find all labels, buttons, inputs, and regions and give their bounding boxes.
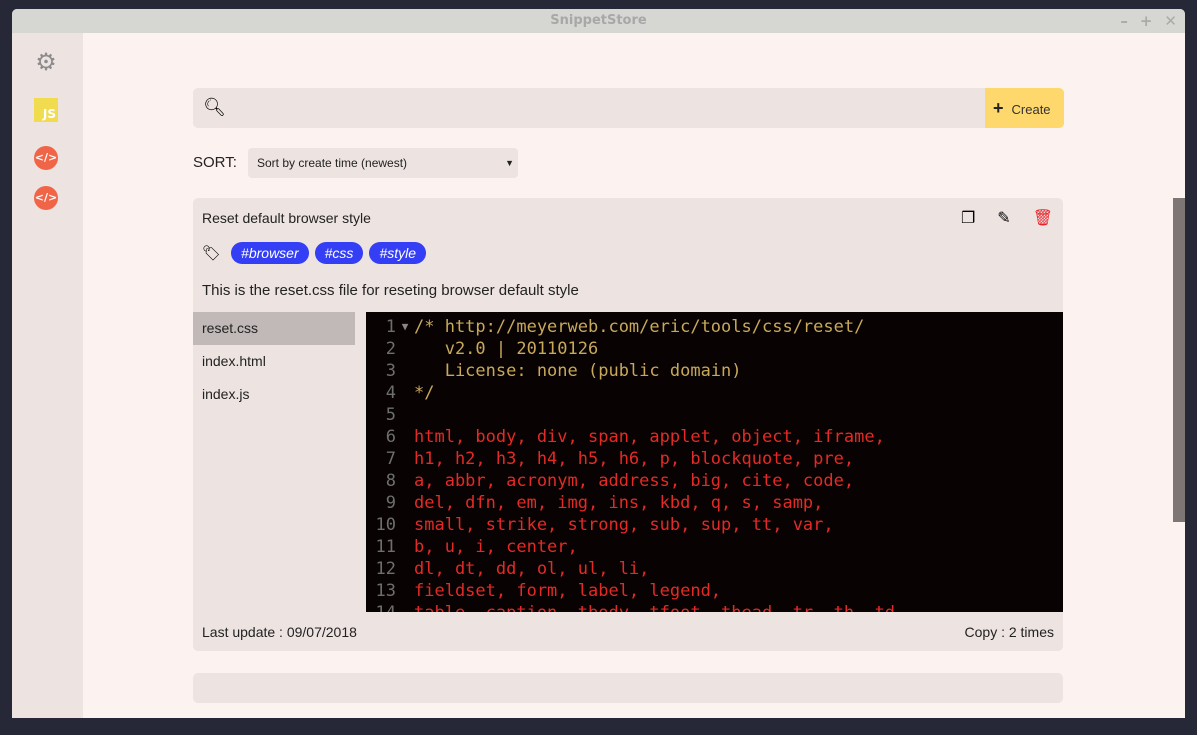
minimize-button[interactable]: – <box>1120 9 1128 33</box>
code-line: 11 b, u, i, center, <box>366 536 1063 558</box>
scrollbar[interactable] <box>1172 33 1185 718</box>
gutter <box>396 492 414 514</box>
line-number: 8 <box>385 471 396 491</box>
code-icon[interactable]: </> <box>34 146 58 170</box>
line-number: 13 <box>375 581 396 601</box>
line-number: 3 <box>385 361 396 381</box>
code-line: 5 <box>366 404 1063 426</box>
gutter <box>396 514 414 536</box>
title-bar: SnippetStore – + ✕ <box>12 9 1185 33</box>
line-number: 2 <box>385 339 396 359</box>
snippet-description: This is the reset.css file for reseting … <box>202 282 579 299</box>
snippet-card: Reset default browser style ❐ ✎ 🗑︎ 🏷︎ #b… <box>193 198 1063 651</box>
tag[interactable]: #browser <box>231 242 309 264</box>
file-tab[interactable]: reset.css <box>193 312 355 345</box>
file-list: reset.css index.html index.js <box>193 312 355 411</box>
gear-icon[interactable]: ⚙ <box>34 51 58 75</box>
search-icon: 🔍︎ <box>203 97 226 117</box>
tags-icon: 🏷︎ <box>202 245 222 262</box>
tag[interactable]: #css <box>314 242 364 264</box>
code-line: 1 ▼/* http://meyerweb.com/eric/tools/css/… <box>366 316 1063 338</box>
code-line: 3 License: none (public domain) <box>366 360 1063 382</box>
window-title: SnippetStore <box>550 13 647 28</box>
gutter <box>396 426 414 448</box>
line-number: 10 <box>375 515 396 535</box>
code-text: b, u, i, center, <box>414 537 578 557</box>
gutter <box>396 338 414 360</box>
copy-icon[interactable]: ❐ <box>961 208 975 228</box>
line-number: 1 <box>385 317 396 337</box>
line-number: 4 <box>385 383 396 403</box>
code-text: small, strike, strong, sub, sup, tt, var… <box>414 515 834 535</box>
sidebar: ⚙ JS </> </> <box>12 33 83 718</box>
code-line: 6 html, body, div, span, applet, object, … <box>366 426 1063 448</box>
gutter <box>396 448 414 470</box>
code-line: 13 fieldset, form, label, legend, <box>366 580 1063 602</box>
code-text: /* http://meyerweb.com/eric/tools/css/re… <box>414 317 865 337</box>
code-icon[interactable]: </> <box>34 186 58 210</box>
line-number: 7 <box>385 449 396 469</box>
code-line: 2 v2.0 | 20110126 <box>366 338 1063 360</box>
maximize-button[interactable]: + <box>1140 9 1153 33</box>
sort-select[interactable]: Sort by create time (newest) ▼ <box>248 148 518 178</box>
file-tab[interactable]: index.html <box>193 345 355 378</box>
code-text: h1, h2, h3, h4, h5, h6, p, blockquote, p… <box>414 449 855 469</box>
gutter <box>396 360 414 382</box>
line-number: 5 <box>385 405 396 425</box>
main-content: 🔍︎ + Create SORT: Sort by create time (ne… <box>83 33 1172 718</box>
plus-icon: + <box>993 98 1004 118</box>
code-line: 8 a, abbr, acronym, address, big, cite, c… <box>366 470 1063 492</box>
gutter <box>396 404 414 426</box>
code-line: 7 h1, h2, h3, h4, h5, h6, p, blockquote, … <box>366 448 1063 470</box>
code-text: */ <box>414 383 435 403</box>
code-text: html, body, div, span, applet, object, i… <box>414 427 885 447</box>
js-icon[interactable]: JS <box>34 98 58 122</box>
gutter <box>396 470 414 492</box>
code-line: 9 del, dfn, em, img, ins, kbd, q, s, samp… <box>366 492 1063 514</box>
code-text: v2.0 | 20110126 <box>414 339 599 359</box>
close-button[interactable]: ✕ <box>1164 9 1177 33</box>
line-number: 11 <box>375 537 396 557</box>
gutter <box>396 558 414 580</box>
app-window: SnippetStore – + ✕ ⚙ JS </> </> 🔍︎ + Crea… <box>12 9 1185 718</box>
snippet-title: Reset default browser style <box>202 210 371 226</box>
code-text: fieldset, form, label, legend, <box>414 581 722 601</box>
code-line: 4 */ <box>366 382 1063 404</box>
gutter <box>396 580 414 602</box>
gutter <box>396 602 414 612</box>
create-button[interactable]: + Create <box>985 88 1064 128</box>
gutter <box>396 536 414 558</box>
file-tab[interactable]: index.js <box>193 378 355 411</box>
line-number: 14 <box>366 602 396 612</box>
line-number: 12 <box>375 559 396 579</box>
code-line: 10 small, strike, strong, sub, sup, tt, v… <box>366 514 1063 536</box>
sort-label: SORT: <box>193 154 237 171</box>
code-text: dl, dt, dd, ol, ul, li, <box>414 559 650 579</box>
fold-arrow-icon[interactable]: ▼ <box>396 316 414 338</box>
line-number: 9 <box>385 493 396 513</box>
code-text: del, dfn, em, img, ins, kbd, q, s, samp, <box>414 493 824 513</box>
code-text: table, caption, tbody, tfoot, thead, tr,… <box>414 602 905 612</box>
scrollbar-thumb[interactable] <box>1173 198 1185 522</box>
copy-count: Copy : 2 times <box>964 624 1054 640</box>
search-bar[interactable]: 🔍︎ + Create <box>193 88 1064 128</box>
tag[interactable]: #style <box>369 242 427 264</box>
snippet-card <box>193 673 1063 703</box>
code-text: a, abbr, acronym, address, big, cite, co… <box>414 471 855 491</box>
dropdown-arrow-icon: ▼ <box>505 158 514 168</box>
line-number: 6 <box>385 427 396 447</box>
edit-icon[interactable]: ✎ <box>997 208 1010 228</box>
code-text: License: none (public domain) <box>414 361 742 381</box>
trash-icon[interactable]: 🗑︎ <box>1033 208 1053 228</box>
code-line: 14 table, caption, tbody, tfoot, thead, t… <box>366 602 1063 612</box>
gutter <box>396 382 414 404</box>
code-line: 12 dl, dt, dd, ol, ul, li, <box>366 558 1063 580</box>
last-update: Last update : 09/07/2018 <box>202 624 357 640</box>
code-editor[interactable]: 1 ▼/* http://meyerweb.com/eric/tools/css/… <box>366 312 1063 612</box>
